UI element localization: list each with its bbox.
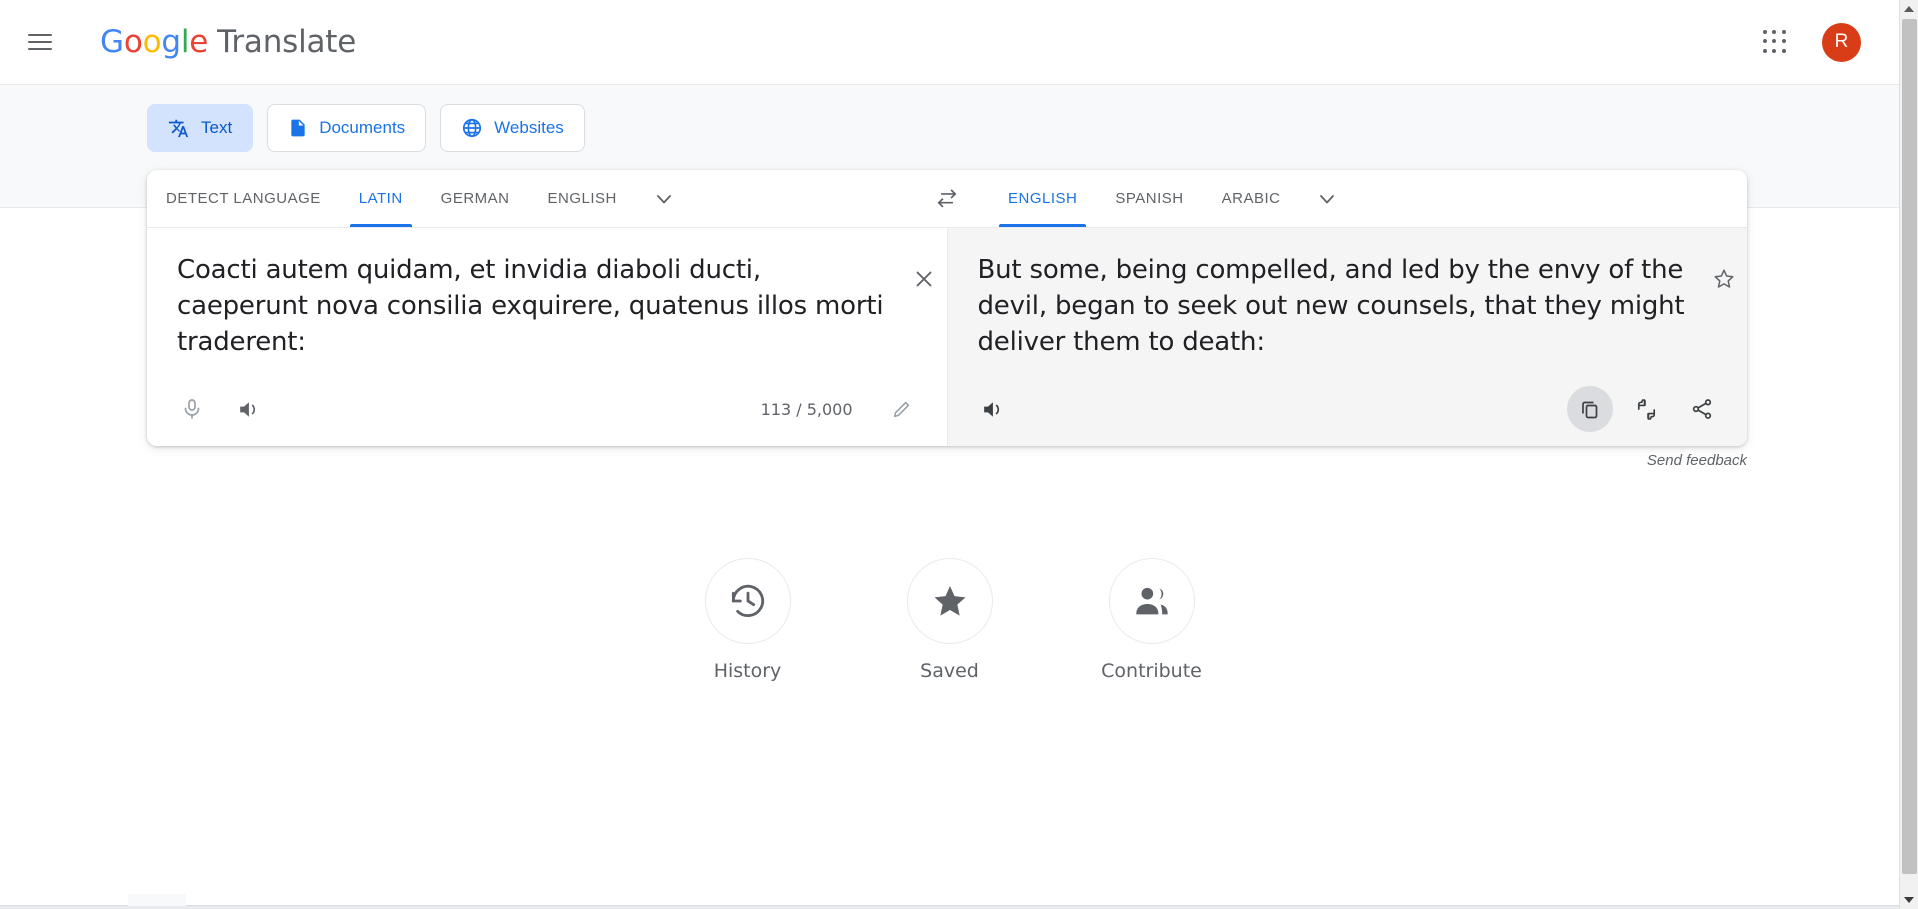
app-header: Google Translate R <box>0 0 1899 84</box>
logo-letter-e: e <box>189 24 209 60</box>
hamburger-menu-icon[interactable] <box>28 25 62 59</box>
translate-card: DETECT LANGUAGE LATIN GERMAN ENGLISH ENG… <box>147 170 1747 446</box>
source-text-input[interactable]: Coacti autem quidam, et invidia diaboli … <box>147 252 901 372</box>
source-lang-latin[interactable]: LATIN <box>340 170 422 227</box>
source-language-selector: DETECT LANGUAGE LATIN GERMAN ENGLISH <box>147 170 905 227</box>
logo-letter-g: g <box>161 24 181 60</box>
page-scrollbar[interactable] <box>1899 0 1918 909</box>
hamburger-bar <box>28 34 52 36</box>
tab-websites-label: Websites <box>494 118 564 137</box>
logo-letter-o2: o <box>142 24 162 60</box>
shortcut-history[interactable]: History <box>688 558 808 682</box>
tab-text[interactable]: Text <box>147 104 254 152</box>
shortcut-saved[interactable]: Saved <box>890 558 1010 682</box>
source-corner-actions <box>901 252 947 372</box>
translate-icon <box>168 117 190 139</box>
shortcut-contribute[interactable]: Contribute <box>1092 558 1212 682</box>
star-filled-icon <box>906 558 993 644</box>
target-lang-arabic[interactable]: ARABIC <box>1203 170 1300 227</box>
source-lang-detect[interactable]: DETECT LANGUAGE <box>147 170 340 227</box>
avatar[interactable]: R <box>1822 22 1861 62</box>
footer-nub <box>128 894 186 906</box>
logo-letter-G: G <box>100 24 124 60</box>
history-clock-icon <box>704 558 791 644</box>
target-body: But some, being compelled, and led by th… <box>948 228 1748 372</box>
share-icon[interactable] <box>1679 386 1725 432</box>
shortcut-saved-label: Saved <box>920 660 979 682</box>
tab-text-label: Text <box>201 118 233 137</box>
target-corner-actions <box>1701 252 1747 372</box>
brand-logo[interactable]: Google Translate <box>100 24 356 60</box>
language-bar: DETECT LANGUAGE LATIN GERMAN ENGLISH ENG… <box>147 170 1747 228</box>
target-lang-english[interactable]: ENGLISH <box>989 170 1096 227</box>
logo-letter-o1: o <box>123 24 143 60</box>
shortcut-contribute-label: Contribute <box>1101 660 1202 682</box>
header-actions: R <box>1754 21 1861 63</box>
source-pane: Coacti autem quidam, et invidia diaboli … <box>147 228 948 446</box>
microphone-icon[interactable] <box>169 386 215 432</box>
target-footer <box>948 372 1748 446</box>
source-more-languages-chevron-down-icon[interactable] <box>636 170 692 227</box>
source-body: Coacti autem quidam, et invidia diaboli … <box>147 228 947 372</box>
source-footer: 113 / 5,000 <box>147 372 947 446</box>
swap-languages-icon[interactable] <box>905 170 989 227</box>
translated-text: But some, being compelled, and led by th… <box>977 255 1685 357</box>
scrollbar-thumb[interactable] <box>1902 19 1917 874</box>
target-lang-spanish[interactable]: SPANISH <box>1096 170 1202 227</box>
mode-tabs: Text Documents Websites <box>147 104 585 152</box>
character-counter: 113 / 5,000 <box>760 399 853 419</box>
shortcut-buttons: History Saved Contribute <box>0 558 1899 682</box>
product-name: Translate <box>217 24 357 60</box>
shortcut-history-label: History <box>713 660 782 682</box>
target-speaker-icon[interactable] <box>970 386 1016 432</box>
copy-icon[interactable] <box>1567 386 1613 432</box>
people-group-icon <box>1108 558 1195 644</box>
send-feedback-link[interactable]: Send feedback <box>0 452 1747 469</box>
hamburger-bar <box>28 41 52 43</box>
translation-panes: Coacti autem quidam, et invidia diaboli … <box>147 228 1747 446</box>
source-lang-english[interactable]: ENGLISH <box>529 170 636 227</box>
clear-source-close-icon[interactable] <box>901 256 947 302</box>
globe-icon <box>461 117 483 139</box>
star-outline-icon[interactable] <box>1701 256 1747 302</box>
apps-grid-icon[interactable] <box>1754 21 1796 63</box>
target-pane: But some, being compelled, and led by th… <box>947 228 1748 446</box>
tab-documents-label: Documents <box>319 118 406 137</box>
source-speaker-icon[interactable] <box>225 386 271 432</box>
tab-documents[interactable]: Documents <box>267 104 427 152</box>
document-icon <box>288 117 308 139</box>
tab-websites[interactable]: Websites <box>440 104 585 152</box>
target-language-selector: ENGLISH SPANISH ARABIC <box>989 170 1747 227</box>
scroll-up-arrow-icon[interactable] <box>1900 0 1918 18</box>
source-lang-german[interactable]: GERMAN <box>422 170 529 227</box>
edit-pencil-icon[interactable] <box>879 386 925 432</box>
target-more-languages-chevron-down-icon[interactable] <box>1299 170 1355 227</box>
hamburger-bar <box>28 48 52 50</box>
thumbs-up-down-icon[interactable] <box>1623 386 1669 432</box>
footer-divider <box>0 894 1899 909</box>
google-translate-page: Google Translate R Text Documents Websit… <box>0 0 1918 909</box>
scroll-down-arrow-icon[interactable] <box>1900 891 1918 909</box>
